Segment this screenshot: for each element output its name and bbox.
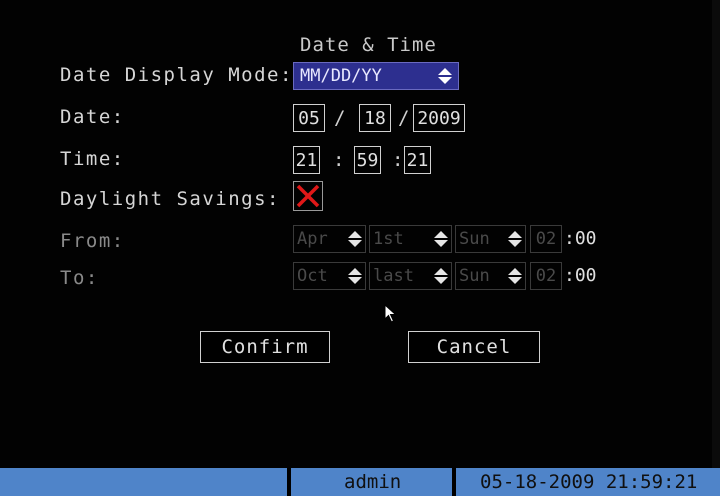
date-display-mode-select[interactable]: MM/DD/YY — [293, 62, 459, 90]
updown-arrows-icon — [434, 231, 448, 247]
dst-to-week-value: last — [373, 266, 414, 286]
date-display-mode-label: Date Display Mode: — [60, 64, 293, 86]
dst-from-minutes: :00 — [564, 228, 597, 249]
updown-arrows-icon — [348, 268, 362, 284]
time-minute-field[interactable]: 59 — [354, 146, 381, 174]
dst-to-day-select[interactable]: Sun — [455, 262, 526, 290]
status-divider — [287, 468, 291, 496]
page-title: Date & Time — [300, 34, 437, 56]
dst-to-day-value: Sun — [459, 266, 490, 286]
confirm-button[interactable]: Confirm — [200, 331, 330, 363]
updown-arrows-icon — [348, 231, 362, 247]
status-datetime: 05-18-2009 21:59:21 — [480, 471, 698, 493]
dst-to-month-select[interactable]: Oct — [293, 262, 366, 290]
daylight-savings-checkbox[interactable] — [293, 181, 323, 211]
mouse-pointer-icon — [384, 304, 397, 323]
date-separator: / — [398, 107, 410, 129]
red-x-icon — [296, 184, 320, 208]
dst-from-hour-field[interactable]: 02 — [530, 225, 562, 253]
status-user: admin — [344, 471, 402, 493]
time-hour-field[interactable]: 21 — [293, 146, 320, 174]
dvr-screen: Date & Time Date Display Mode: MM/DD/YY … — [0, 0, 720, 496]
date-separator: / — [334, 107, 346, 129]
time-separator: : — [333, 149, 345, 171]
daylight-savings-label: Daylight Savings: — [60, 188, 280, 210]
dst-to-hour-field[interactable]: 02 — [530, 262, 562, 290]
updown-arrows-icon — [438, 68, 452, 84]
date-display-mode-value: MM/DD/YY — [300, 66, 382, 86]
updown-arrows-icon — [434, 268, 448, 284]
date-day-field[interactable]: 18 — [359, 104, 391, 132]
dst-to-month-value: Oct — [297, 266, 328, 286]
dst-from-week-value: 1st — [373, 229, 404, 249]
dst-from-day-select[interactable]: Sun — [455, 225, 526, 253]
dst-from-day-value: Sun — [459, 229, 490, 249]
time-second-field[interactable]: 21 — [404, 146, 431, 174]
time-label: Time: — [60, 148, 125, 170]
time-separator: : — [392, 149, 404, 171]
status-divider — [452, 468, 456, 496]
dst-from-month-select[interactable]: Apr — [293, 225, 366, 253]
date-label: Date: — [60, 106, 125, 128]
dst-from-month-value: Apr — [297, 229, 328, 249]
updown-arrows-icon — [508, 231, 522, 247]
screen-edge — [712, 0, 720, 496]
date-month-field[interactable]: 05 — [293, 104, 325, 132]
dst-to-minutes: :00 — [564, 265, 597, 286]
dst-from-label: From: — [60, 230, 125, 252]
dst-to-week-select[interactable]: last — [369, 262, 452, 290]
updown-arrows-icon — [508, 268, 522, 284]
dst-from-week-select[interactable]: 1st — [369, 225, 452, 253]
status-bar: admin 05-18-2009 21:59:21 — [0, 468, 720, 496]
date-year-field[interactable]: 2009 — [413, 104, 465, 132]
cancel-button[interactable]: Cancel — [408, 331, 540, 363]
dst-to-label: To: — [60, 267, 99, 289]
